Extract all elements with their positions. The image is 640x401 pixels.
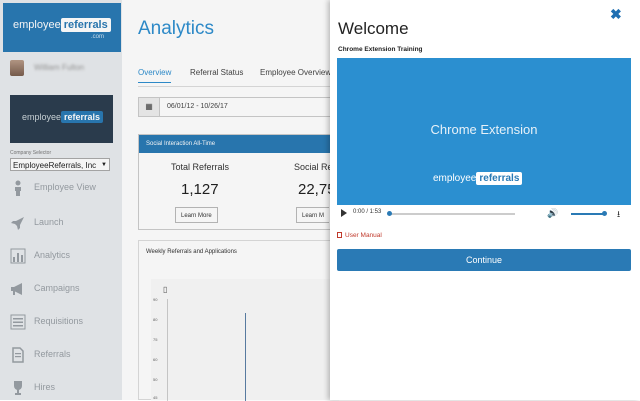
sidebar-item-label: Campaigns — [34, 283, 80, 293]
video-logo-word-employee: employee — [433, 173, 477, 184]
date-range-text: 06/01/12 - 10/26/17 — [167, 103, 228, 110]
brand-banner: employee referrals — [10, 95, 113, 143]
date-range-picker[interactable]: ▦ 06/01/12 - 10/26/17 — [138, 97, 338, 117]
sidebar-item-label: Employee View — [34, 182, 96, 192]
sidebar-item-referrals[interactable]: Referrals — [0, 344, 122, 366]
y-tick: 90 — [153, 297, 158, 302]
user-manual-label: User Manual — [345, 232, 382, 239]
video-logo: employee referrals — [433, 172, 523, 185]
sidebar-item-requisitions[interactable]: Requisitions — [0, 311, 122, 333]
banner-word-employee: employee — [22, 112, 62, 122]
continue-button[interactable]: Continue — [337, 249, 631, 271]
chart-title: Weekly Referrals and Applications — [146, 249, 237, 255]
sidebar-item-label: Referrals — [34, 349, 71, 359]
date-from: 06/01/12 — [167, 103, 195, 110]
chevron-down-icon: ▼ — [101, 162, 107, 168]
sidebar-item-launch[interactable]: Launch — [0, 212, 122, 234]
sidebar-item-analytics[interactable]: Analytics — [0, 245, 122, 267]
video-logo-word-referrals: referrals — [476, 172, 523, 185]
sidebar-item-campaigns[interactable]: Campaigns — [0, 278, 122, 300]
weekly-chart-card: Weekly Referrals and Applications ▯ 90 8… — [138, 240, 339, 401]
sidebar: employee referrals .com William Fulton em… — [0, 0, 122, 400]
logo-text: employee referrals — [13, 18, 111, 32]
bar-chart-icon — [10, 248, 26, 264]
learn-more-button[interactable]: Learn More — [175, 207, 218, 223]
video-time: 0:00 / 1:53 — [353, 209, 382, 215]
total-referrals-label: Total Referrals — [171, 162, 230, 172]
rocket-icon — [11, 217, 24, 230]
social-interaction-card: Social Interaction All-Time Total Referr… — [138, 134, 339, 230]
video-player[interactable]: Chrome Extension employee referrals — [337, 58, 631, 205]
user-name: William Fulton — [34, 63, 85, 72]
list-icon — [10, 314, 26, 330]
company-select-value: EmployeeReferrals, Inc — [13, 161, 97, 170]
user-profile[interactable]: William Fulton — [10, 58, 118, 78]
banner-word-referrals: referrals — [61, 111, 104, 123]
avatar — [10, 60, 24, 76]
brand-logo[interactable]: employee referrals .com — [3, 3, 121, 52]
sidebar-item-label: Analytics — [34, 250, 71, 260]
y-tick: 45 — [153, 395, 158, 400]
volume-handle[interactable] — [602, 211, 607, 216]
close-icon[interactable]: ✖ — [610, 6, 622, 23]
y-tick: 80 — [153, 317, 158, 322]
sidebar-item-label: Launch — [34, 217, 64, 227]
y-tick: 75 — [153, 337, 158, 342]
total-referrals-value: 1,127 — [181, 181, 219, 198]
seek-handle[interactable] — [387, 211, 392, 216]
banner-text: employee referrals — [22, 111, 104, 123]
y-tick: 50 — [153, 377, 158, 382]
logo-suffix: .com — [91, 34, 105, 40]
card-header: Social Interaction All-Time — [139, 135, 339, 153]
trophy-icon — [14, 381, 22, 395]
video-controls: 0:00 / 1:53 🔊 ⭳ — [337, 205, 631, 223]
person-icon — [15, 180, 21, 196]
tab-referral-status[interactable]: Referral Status — [190, 68, 243, 77]
chart-line — [245, 313, 246, 401]
y-axis — [167, 299, 168, 401]
social-reach-label: Social Re — [294, 162, 333, 172]
date-to: 10/26/17 — [200, 103, 228, 110]
volume-slider[interactable] — [571, 211, 607, 216]
learn-more-button-2[interactable]: Learn M — [296, 207, 330, 223]
volume-icon[interactable]: 🔊 — [547, 208, 558, 219]
user-manual-link[interactable]: User Manual — [337, 232, 382, 239]
calendar-icon: ▦ — [139, 98, 160, 116]
company-selector-label: Company Selector — [10, 150, 52, 156]
logo-word-referrals: referrals — [60, 18, 111, 32]
sidebar-item-employee-view[interactable]: Employee View — [0, 177, 122, 199]
video-title: Chrome Extension — [430, 122, 538, 137]
pdf-icon — [337, 232, 342, 239]
sidebar-item-label: Requisitions — [34, 316, 84, 326]
company-select[interactable]: EmployeeReferrals, Inc ▼ — [10, 158, 110, 171]
modal-subtitle: Chrome Extension Training — [338, 46, 423, 53]
modal-title: Welcome — [338, 19, 409, 38]
download-icon[interactable]: ⭳ — [617, 207, 620, 223]
tab-employee-overview[interactable]: Employee Overview — [260, 68, 331, 77]
tab-overview[interactable]: Overview — [138, 68, 172, 83]
megaphone-icon — [11, 283, 22, 295]
welcome-modal: Welcome ✖ Chrome Extension Training Chro… — [330, 0, 640, 400]
y-tick: 60 — [153, 357, 158, 362]
sidebar-item-label: Hires — [34, 382, 56, 392]
sidebar-item-hires[interactable]: Hires — [0, 377, 122, 399]
seek-bar[interactable] — [387, 211, 515, 216]
page-title: Analytics — [138, 18, 215, 39]
logo-word-employee: employee — [13, 19, 61, 31]
play-icon[interactable] — [341, 209, 347, 217]
document-icon — [12, 347, 24, 363]
tabs-divider — [138, 86, 330, 87]
chart-menu-icon[interactable]: ▯ — [163, 285, 167, 294]
